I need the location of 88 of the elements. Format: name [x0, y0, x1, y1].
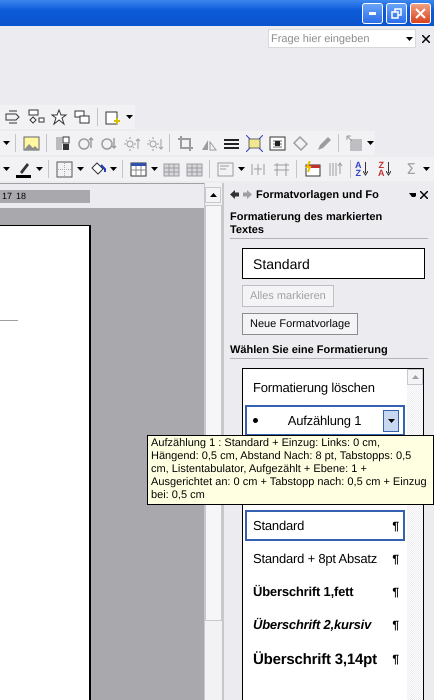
caret-up-icon	[412, 375, 418, 379]
style-name: Überschrift 3,14pt	[253, 650, 378, 668]
caret-icon	[3, 167, 10, 171]
current-style-box: Standard	[242, 248, 425, 279]
arrow-down-icon	[386, 162, 390, 176]
pane-button[interactable]: Neue Formatvorlage	[242, 313, 358, 335]
text-wrap-icon	[268, 134, 286, 152]
table-icon	[130, 160, 146, 178]
style-item[interactable]: Formatierung löschen	[245, 372, 405, 403]
brightness-down-icon	[146, 134, 162, 152]
tooltip: Aufzählung 1 : Standard + Einzug: Links: 0 cm, Hängend: 0,5 cm, Abstand Nach: 8 pt, Tabstopps: 0,5 cm, Listentabulator, Aufgezählt + Ebene: 1 + Ausgerichtet an: 0 cm + Tabstopp nach: 0,5 cm + Einzug bei: 0,5 cm	[147, 435, 434, 505]
distribute-rows-icon	[272, 160, 290, 178]
back-button[interactable]	[230, 190, 239, 199]
border-icon	[56, 160, 72, 178]
style-item[interactable]: Standard ¶	[245, 510, 405, 541]
shape-swap-icon	[4, 108, 22, 126]
sort-button[interactable]: A Z	[355, 158, 377, 180]
style-name: Formatierung löschen	[253, 380, 376, 395]
arrow-right-icon	[243, 190, 252, 199]
caret-icon	[126, 115, 133, 119]
section-heading: Wählen Sie eine Formatierung	[230, 344, 428, 359]
style-name: Überschrift 1,fett	[253, 584, 354, 599]
diagram-icon	[104, 108, 122, 126]
cell-align-icon	[216, 160, 234, 178]
caret-icon	[406, 36, 412, 40]
compress-picture-icon	[246, 134, 262, 152]
minimize-icon	[369, 12, 376, 14]
paragraph-mark: ¶	[392, 552, 399, 566]
caret-icon	[367, 141, 374, 145]
arrow-left-icon	[230, 190, 239, 199]
help-search-field[interactable]: Frage hier eingeben	[268, 29, 416, 48]
pen-color-icon	[14, 160, 32, 178]
arrow-down-icon	[362, 162, 368, 176]
picture-icon	[22, 134, 40, 152]
close-icon	[415, 8, 426, 18]
close-icon	[422, 34, 430, 42]
style-name: Aufzählung 1	[286, 413, 362, 428]
close-icon	[420, 190, 428, 198]
toolbar-button[interactable]	[243, 132, 265, 154]
caret-icon	[151, 167, 158, 171]
ruler-number: 17	[2, 191, 12, 201]
minimize-button[interactable]	[362, 2, 383, 24]
paragraph-mark: ¶	[392, 518, 399, 532]
bullet-icon	[253, 418, 258, 423]
pane-title: Formatvorlagen und Fo	[256, 188, 380, 200]
sort-icon	[326, 160, 344, 178]
style-name: Standard	[253, 518, 306, 533]
sort-button[interactable]: Z A	[378, 158, 400, 180]
dropdown-button[interactable]	[383, 410, 399, 432]
style-item[interactable]: Überschrift 2,kursiv ¶	[245, 609, 405, 640]
style-item[interactable]: Überschrift 3,14pt ¶	[245, 642, 405, 676]
ruler-number: 18	[16, 191, 26, 201]
star-icon	[50, 108, 68, 126]
caret-icon	[77, 167, 84, 171]
scroll-up-button[interactable]	[205, 187, 221, 203]
paint-bucket-icon	[88, 160, 106, 178]
caret-icon	[238, 167, 245, 171]
table-autoformat-icon	[304, 160, 320, 178]
reset-picture-icon	[346, 134, 362, 152]
table-grid-lines-icon	[186, 160, 202, 178]
table-grid-icon	[162, 160, 180, 178]
style-item[interactable]: Standard + 8pt Absatz ¶	[245, 543, 405, 574]
caret-icon	[110, 167, 117, 171]
caret-icon	[36, 167, 43, 171]
flowchart-icon	[28, 108, 44, 126]
section-heading: Formatierung des markierten Textes	[230, 211, 428, 239]
caret-icon	[3, 141, 10, 145]
restore-icon	[391, 8, 402, 18]
style-name: Überschrift 2,kursiv	[253, 617, 373, 632]
margin-mark	[0, 320, 18, 321]
paragraph-mark: ¶	[392, 584, 399, 598]
contrast-up-icon	[76, 134, 94, 152]
paragraph-mark: ¶	[392, 652, 399, 666]
brightness-up-icon	[122, 134, 140, 152]
format-picture-icon	[292, 134, 308, 152]
style-name: Standard + 8pt Absatz	[253, 551, 378, 566]
style-item[interactable]: Überschrift 1,fett ¶	[245, 576, 405, 607]
caret-icon	[409, 192, 416, 196]
caret-icon	[423, 167, 430, 171]
crop-icon	[176, 134, 194, 152]
caret-up-icon	[210, 193, 216, 197]
caret-icon	[388, 418, 394, 422]
pane-menu-button[interactable]	[409, 192, 416, 196]
restore-button[interactable]	[386, 2, 407, 24]
paragraph-mark: ¶	[392, 618, 399, 632]
contrast-icon	[54, 134, 70, 152]
close-button[interactable]	[420, 190, 428, 198]
callout-icon	[74, 108, 90, 126]
